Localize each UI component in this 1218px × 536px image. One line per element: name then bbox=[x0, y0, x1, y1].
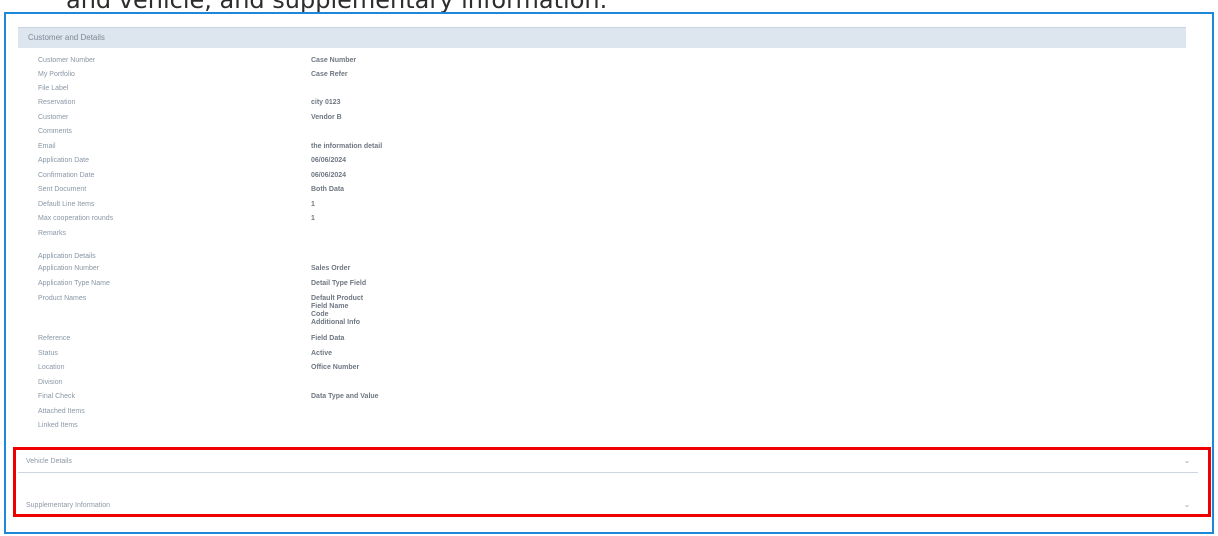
detail-label: Status bbox=[38, 350, 58, 357]
product-name-line: Code bbox=[311, 311, 329, 318]
detail-value: Case Refer bbox=[311, 71, 348, 78]
section-header-title: Customer and Details bbox=[28, 33, 105, 42]
detail-label: Final Check bbox=[38, 393, 75, 400]
detail-value: the information detail bbox=[311, 143, 383, 150]
detail-label: Sent Document bbox=[38, 186, 87, 193]
detail-label: Email bbox=[38, 143, 56, 150]
product-name-line: Default Product bbox=[311, 295, 364, 302]
detail-value: city 0123 bbox=[311, 99, 341, 106]
detail-label: Product Names bbox=[38, 295, 87, 302]
detail-label: Comments bbox=[38, 128, 72, 135]
detail-label: Linked Items bbox=[38, 422, 78, 429]
detail-value-multiline: Default Product Field Name Code Addition… bbox=[311, 295, 363, 327]
detail-label: Division bbox=[38, 379, 63, 386]
detail-label: Max cooperation rounds bbox=[38, 215, 114, 222]
subsection-heading-text: Application Details bbox=[38, 253, 96, 260]
detail-label: Customer bbox=[38, 114, 69, 121]
detail-label: My Portfolio bbox=[38, 71, 75, 78]
product-name-line: Field Name bbox=[311, 303, 349, 310]
detail-label: Attached Items bbox=[38, 408, 85, 415]
detail-label: Location bbox=[38, 364, 65, 371]
detail-value: Both Data bbox=[311, 186, 345, 193]
detail-label: Application Type Name bbox=[38, 280, 110, 287]
detail-label: Application Number bbox=[38, 265, 100, 272]
section-header[interactable]: Customer and Details bbox=[18, 27, 1186, 48]
detail-value: 1 bbox=[311, 201, 315, 208]
detail-label: Reference bbox=[38, 335, 71, 342]
detail-value: Vendor B bbox=[311, 114, 342, 121]
detail-label: Customer Number bbox=[38, 57, 96, 64]
detail-value: Sales Order bbox=[311, 265, 351, 272]
detail-value: Office Number bbox=[311, 364, 360, 371]
detail-value: Active bbox=[311, 350, 333, 357]
detail-value: Case Number bbox=[311, 57, 357, 64]
detail-value: Field Data bbox=[311, 335, 345, 342]
highlight-box bbox=[13, 447, 1211, 517]
detail-value: 06/06/2024 bbox=[311, 172, 347, 179]
detail-value: 06/06/2024 bbox=[311, 157, 347, 164]
detail-value: 1 bbox=[311, 215, 315, 222]
detail-value: Detail Type Field bbox=[311, 280, 367, 287]
detail-label: Application Date bbox=[38, 157, 89, 164]
product-name-line: Additional Info bbox=[311, 319, 360, 326]
detail-label: Remarks bbox=[38, 230, 67, 237]
detail-label: Reservation bbox=[38, 99, 76, 106]
detail-label: File Label bbox=[38, 85, 69, 92]
detail-label: Default Line Items bbox=[38, 201, 95, 208]
detail-value: Data Type and Value bbox=[311, 393, 379, 400]
detail-label: Confirmation Date bbox=[38, 172, 95, 179]
